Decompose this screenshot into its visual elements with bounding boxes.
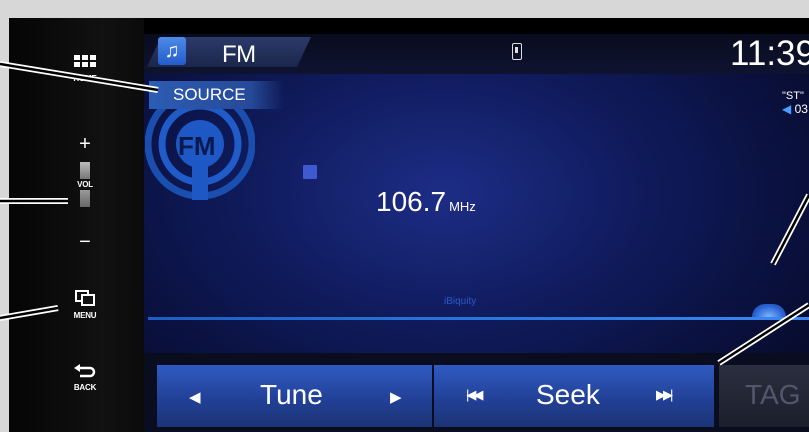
callout-lines [0,61,809,366]
